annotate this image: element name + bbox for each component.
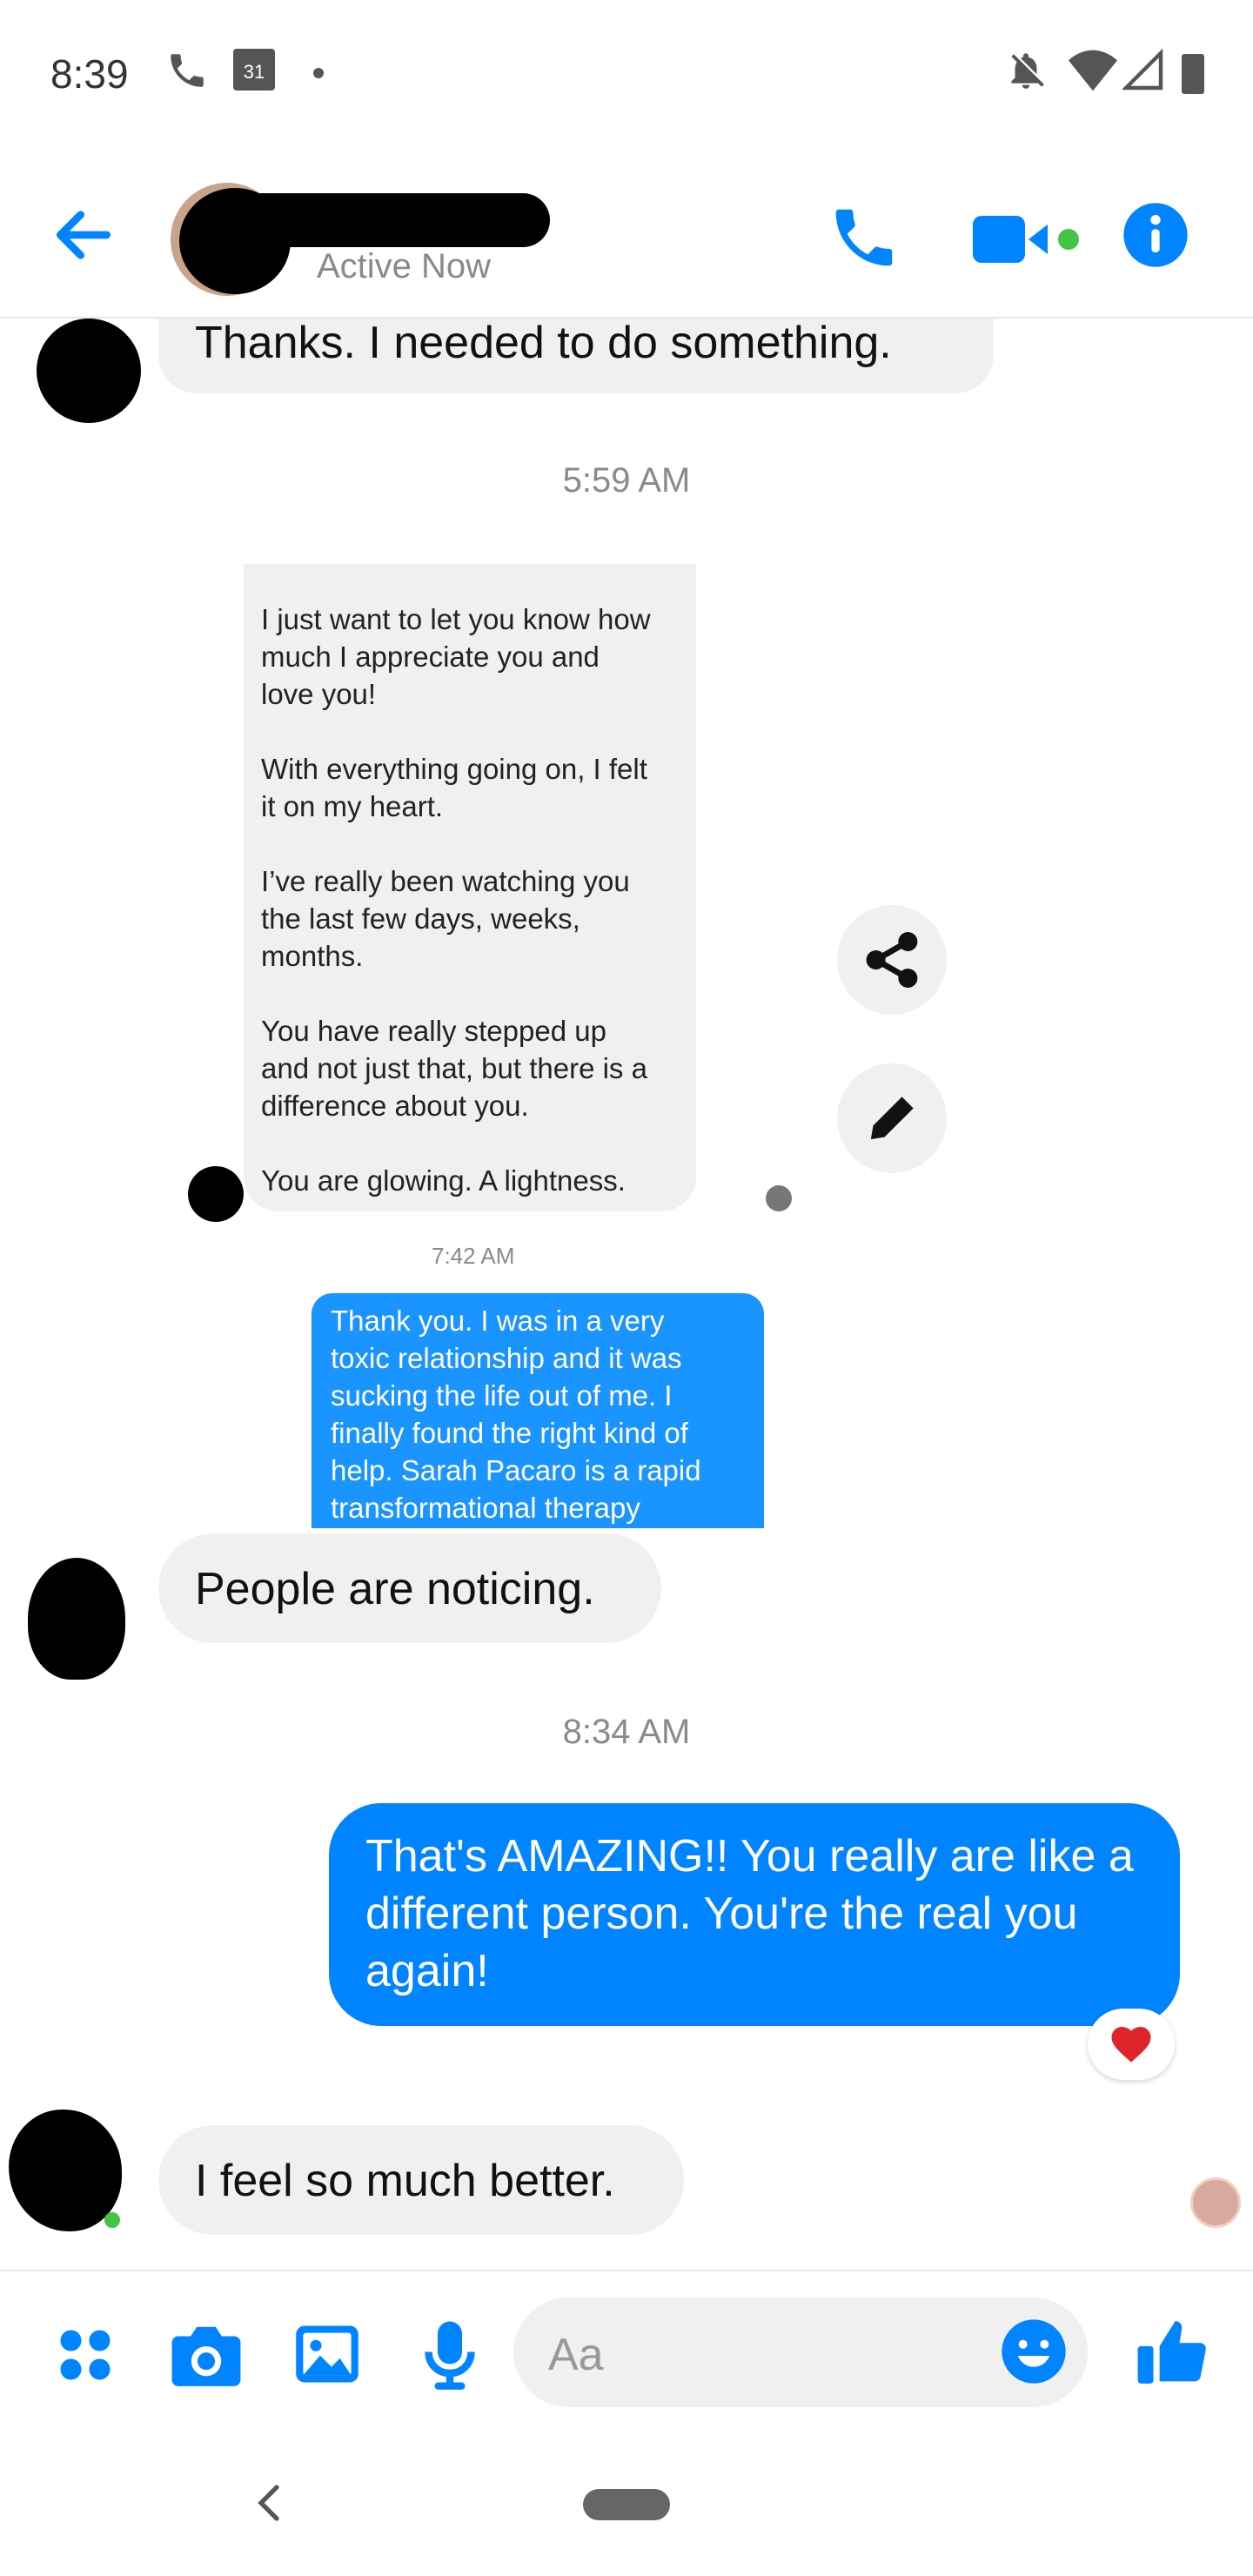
video-call-icon[interactable] bbox=[971, 209, 1084, 270]
incoming-message[interactable]: I feel so much better. bbox=[158, 2125, 684, 2235]
bell-off-icon bbox=[1011, 53, 1044, 89]
message-text: People are noticing. bbox=[195, 1564, 595, 1614]
status-bar: 8:39 31 bbox=[0, 0, 1253, 148]
pencil-icon bbox=[870, 1097, 914, 1140]
sender-avatar bbox=[188, 1166, 244, 1222]
online-indicator bbox=[104, 2212, 120, 2228]
sender-avatar[interactable] bbox=[28, 1558, 125, 1680]
home-pill[interactable] bbox=[583, 2489, 670, 2520]
incoming-message[interactable]: Thanks. I needed to do something. bbox=[158, 319, 994, 393]
share-button[interactable] bbox=[837, 905, 947, 1015]
phone-status-icon bbox=[171, 54, 204, 87]
nav-back-icon[interactable] bbox=[252, 2480, 287, 2526]
heart-icon bbox=[1111, 2027, 1151, 2063]
battery-icon bbox=[1182, 54, 1204, 94]
attachment-text: I just want to let you know how much I a… bbox=[261, 603, 651, 1197]
input-placeholder: Aa bbox=[548, 2330, 604, 2380]
wifi-icon bbox=[1069, 50, 1117, 91]
microphone-icon[interactable] bbox=[419, 2318, 480, 2392]
gallery-icon[interactable] bbox=[292, 2320, 362, 2388]
camera-icon[interactable] bbox=[169, 2320, 244, 2390]
message-text: I feel so much better. bbox=[195, 2156, 615, 2206]
signal-icon bbox=[1122, 49, 1163, 91]
message-text: That's AMAZING!! You really are like a d… bbox=[365, 1831, 1134, 1996]
notification-dot-icon bbox=[313, 68, 324, 78]
back-arrow-icon[interactable] bbox=[49, 200, 118, 270]
sender-avatar[interactable] bbox=[37, 319, 141, 423]
heart-reaction[interactable] bbox=[1088, 2009, 1175, 2080]
info-icon[interactable] bbox=[1121, 200, 1190, 270]
message-input[interactable]: Aa bbox=[513, 2298, 1088, 2407]
conversation-header: Active Now bbox=[0, 174, 1253, 319]
seen-avatar bbox=[766, 1185, 792, 1211]
edit-button[interactable] bbox=[837, 1063, 947, 1173]
read-receipt-avatar bbox=[1190, 2177, 1241, 2228]
active-status: Active Now bbox=[317, 247, 492, 285]
message-text: Thanks. I needed to do something. bbox=[195, 318, 892, 368]
thumbs-up-icon[interactable] bbox=[1135, 2313, 1209, 2392]
calendar-status-icon: 31 bbox=[233, 49, 275, 91]
status-time: 8:39 bbox=[50, 51, 129, 97]
sender-avatar[interactable] bbox=[9, 2110, 122, 2231]
composer-bar: Aa bbox=[0, 2270, 1253, 2426]
attachment-timestamp: 7:42 AM bbox=[432, 1243, 515, 1269]
call-icon[interactable] bbox=[827, 200, 901, 275]
incoming-message[interactable]: People are noticing. bbox=[158, 1533, 661, 1643]
more-apps-icon[interactable] bbox=[54, 2324, 117, 2386]
timestamp: 8:34 AM bbox=[562, 1713, 691, 1751]
contact-name-redaction bbox=[235, 193, 550, 247]
emoji-icon[interactable] bbox=[999, 2317, 1069, 2386]
outgoing-message[interactable]: That's AMAZING!! You really are like a d… bbox=[329, 1803, 1180, 2026]
share-icon bbox=[866, 931, 918, 989]
timestamp: 5:59 AM bbox=[562, 461, 691, 500]
attachment-text: Thank you. I was in a very toxic relatio… bbox=[331, 1305, 701, 1524]
